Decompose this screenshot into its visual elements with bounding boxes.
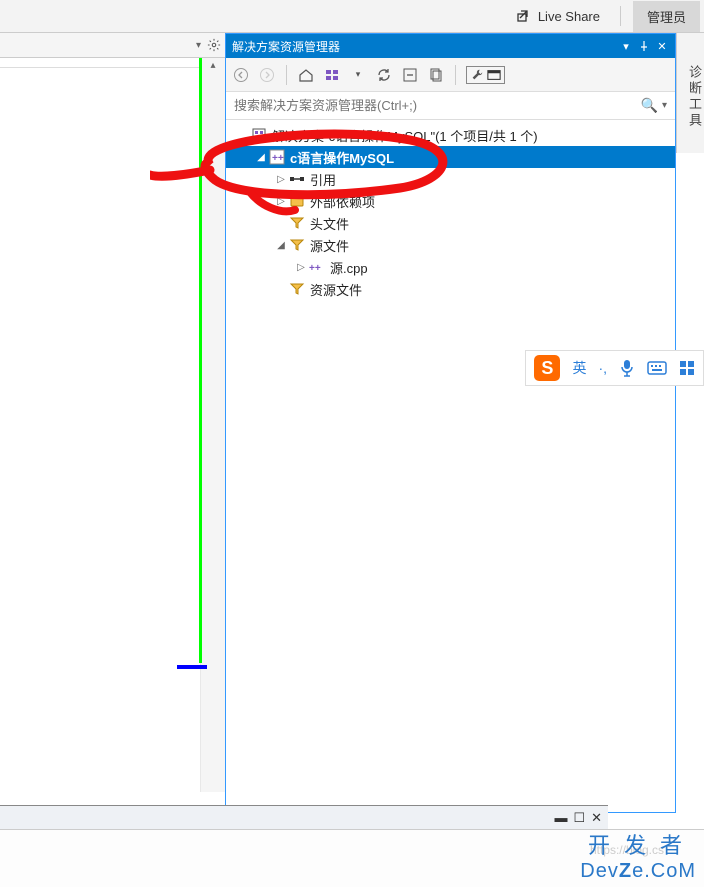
editor-top-strip: ▾ <box>0 33 225 58</box>
top-toolbar: Live Share 管理员 <box>0 0 704 33</box>
filter-folder-icon <box>288 237 306 253</box>
headers-label: 头文件 <box>310 214 349 233</box>
external-deps-node[interactable]: ▷ 外部依赖项 <box>226 190 675 212</box>
references-label: 引用 <box>310 170 336 189</box>
brand-logo: 开发者 DevZe.CoM <box>580 828 696 883</box>
ime-toolbar[interactable]: S 英 ·, <box>525 350 704 386</box>
preview-icon <box>487 68 501 82</box>
ime-punct-label[interactable]: ·, <box>598 360 607 376</box>
scroll-up-icon[interactable]: ▴ <box>201 58 225 74</box>
solution-tree[interactable]: 解决方案"c语言操作MySQL"(1 个项目/共 1 个) ◢ ++ c语言操作… <box>226 120 675 812</box>
search-icon[interactable]: 🔍 <box>641 97 658 114</box>
ime-lang-label[interactable]: 英 <box>572 358 586 378</box>
admin-button[interactable]: 管理员 <box>633 1 700 32</box>
grid-icon[interactable] <box>679 360 695 376</box>
forward-icon[interactable] <box>258 66 276 84</box>
sources-node[interactable]: ◢ 源文件 <box>226 234 675 256</box>
expander-open-icon[interactable]: ◢ <box>254 152 268 163</box>
references-icon <box>288 171 306 187</box>
home-icon[interactable] <box>297 66 315 84</box>
collapse-icon[interactable] <box>401 66 419 84</box>
pin-icon[interactable] <box>637 39 651 53</box>
expander-closed-icon[interactable]: ▷ <box>294 262 308 273</box>
source-file-node[interactable]: ▷ ++ 源.cpp <box>226 256 675 278</box>
bottom-panel-titlebar[interactable]: ▬ ☐ ✕ <box>0 805 608 829</box>
sogou-logo-icon[interactable]: S <box>534 355 560 381</box>
gear-icon[interactable] <box>207 38 221 52</box>
solution-file-icon <box>250 127 268 143</box>
search-dropdown-icon[interactable]: ▾ <box>662 100 667 111</box>
svg-text:++: ++ <box>272 153 284 164</box>
share-icon <box>516 8 532 24</box>
back-icon[interactable] <box>232 66 250 84</box>
minimize-icon[interactable]: ▬ <box>554 810 567 825</box>
brand-en: DevZe.CoM <box>580 860 696 883</box>
expander-closed-icon[interactable]: ▷ <box>274 174 288 185</box>
properties-group[interactable] <box>466 66 505 84</box>
expander-closed-icon[interactable]: ▷ <box>274 196 288 207</box>
headers-node[interactable]: 头文件 <box>226 212 675 234</box>
project-node[interactable]: ◢ ++ c语言操作MySQL <box>226 146 675 168</box>
project-label: c语言操作MySQL <box>290 148 394 167</box>
source-file-label: 源.cpp <box>330 258 368 277</box>
toolbar-separator <box>286 65 287 85</box>
panel-titlebar[interactable]: 解决方案资源管理器 ▾ ✕ <box>226 34 675 58</box>
solution-label: 解决方案"c语言操作MySQL"(1 个项目/共 1 个) <box>272 126 538 145</box>
microphone-icon[interactable] <box>619 359 635 377</box>
external-deps-icon <box>288 193 306 209</box>
close-icon[interactable]: ✕ <box>655 39 669 53</box>
wrench-icon <box>470 68 484 82</box>
solution-icon[interactable] <box>323 66 341 84</box>
editor-scrollbar[interactable]: ▴ <box>200 58 225 792</box>
filter-folder-icon <box>288 281 306 297</box>
panel-title-text: 解决方案资源管理器 <box>232 38 619 55</box>
external-deps-label: 外部依赖项 <box>310 192 375 211</box>
panel-toolbar: ▾ <box>226 58 675 92</box>
panel-menu-icon[interactable]: ▾ <box>619 39 633 53</box>
refresh-icon[interactable]: ▾ <box>349 66 367 84</box>
cpp-file-icon: ++ <box>308 259 326 275</box>
toolbar-separator <box>455 65 456 85</box>
editor-divider-line <box>0 67 200 68</box>
live-share-button[interactable]: Live Share <box>508 4 608 28</box>
expander-open-icon[interactable]: ◢ <box>274 240 288 251</box>
brand-cn: 开发者 <box>580 828 696 860</box>
search-input[interactable] <box>234 98 641 113</box>
change-marker-green <box>199 58 202 663</box>
resources-label: 资源文件 <box>310 280 362 299</box>
change-marker-blue <box>177 665 207 669</box>
keyboard-icon[interactable] <box>647 361 667 375</box>
toolbar-divider <box>620 6 621 26</box>
show-all-icon[interactable] <box>427 66 445 84</box>
panel-search-box[interactable]: 🔍 ▾ <box>226 92 675 120</box>
live-share-label: Live Share <box>538 9 600 24</box>
filter-folder-icon <box>288 215 306 231</box>
references-node[interactable]: ▷ 引用 <box>226 168 675 190</box>
resources-node[interactable]: 资源文件 <box>226 278 675 300</box>
sync-icon[interactable] <box>375 66 393 84</box>
close-icon[interactable]: ✕ <box>591 810 602 826</box>
sources-label: 源文件 <box>310 236 349 255</box>
maximize-icon[interactable]: ☐ <box>573 810 585 826</box>
solution-explorer-panel: 解决方案资源管理器 ▾ ✕ ▾ 🔍 ▾ 解决方案"c语言操作MySQL"(1 <box>225 33 676 813</box>
diagnostic-tools-tab[interactable]: 诊断工具 <box>676 33 704 153</box>
svg-text:++: ++ <box>309 263 321 274</box>
project-icon: ++ <box>268 149 286 165</box>
dropdown-icon[interactable]: ▾ <box>196 40 201 51</box>
editor-area: ▾ ▴ <box>0 33 225 792</box>
solution-node[interactable]: 解决方案"c语言操作MySQL"(1 个项目/共 1 个) <box>226 124 675 146</box>
